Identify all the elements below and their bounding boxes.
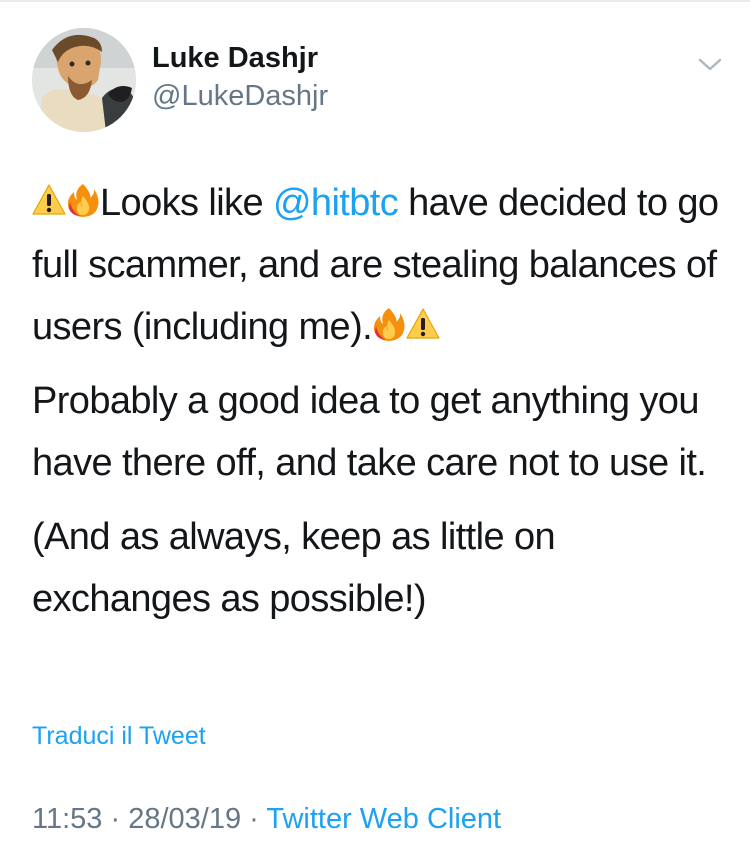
tweet-paragraph: Probably a good idea to get anything you…	[32, 380, 707, 484]
avatar[interactable]	[32, 28, 136, 132]
tweet-header: Luke Dashjr @LukeDashjr	[32, 28, 722, 132]
mention-link[interactable]: @hitbtc	[273, 182, 399, 224]
translate-tweet-link[interactable]: Traduci il Tweet	[32, 722, 206, 751]
tweet-text-segment: Looks like	[100, 182, 273, 224]
meta-separator: ·	[241, 803, 267, 835]
tweet-text: Looks like @hitbtc have decided to go fu…	[32, 172, 722, 642]
warning-emoji	[406, 306, 440, 342]
chevron-down-icon[interactable]	[696, 50, 724, 78]
meta-separator: ·	[102, 803, 129, 835]
tweet-paragraph: (And as always, keep as little on exchan…	[32, 516, 556, 620]
fire-emoji	[372, 306, 406, 342]
tweet-date: 28/03/19	[128, 803, 242, 835]
tweet-client-link[interactable]: Twitter Web Client	[266, 803, 501, 835]
fire-emoji	[66, 182, 100, 218]
user-handle[interactable]: @LukeDashjr	[152, 80, 328, 113]
tweet-metadata: 11:53 · 28/03/19 · Twitter Web Client	[32, 803, 501, 836]
top-divider	[0, 0, 750, 2]
avatar-illustration	[32, 28, 136, 132]
tweet-time: 11:53	[32, 803, 103, 835]
warning-emoji	[32, 182, 66, 218]
user-display-name[interactable]: Luke Dashjr	[152, 42, 318, 75]
tweet-paragraph: Looks like @hitbtc have decided to go fu…	[32, 172, 722, 358]
